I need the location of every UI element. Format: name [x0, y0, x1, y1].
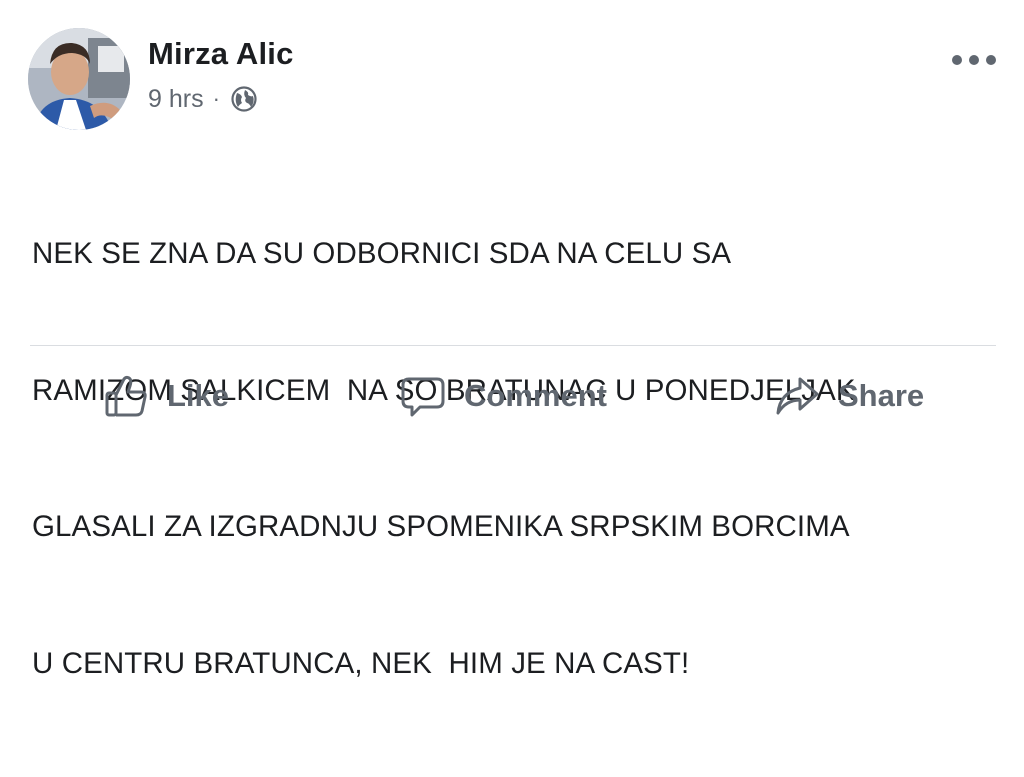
post-text-line: GLASALI ZA IZGRADNJU SPOMENIKA SRPSKIM B… [32, 510, 850, 543]
globe-icon[interactable] [230, 85, 258, 113]
thumbs-up-icon [105, 375, 147, 417]
author-name[interactable]: Mirza Alic [148, 36, 294, 72]
share-label: Share [838, 378, 925, 413]
comment-button[interactable]: Comment [400, 370, 607, 422]
more-options-dot [952, 55, 962, 65]
more-options-dot [969, 55, 979, 65]
more-options-dot [986, 55, 996, 65]
facebook-post: Mirza Alic 9 hrs · NEK SE ZNA DA SU ODBO… [0, 0, 1024, 680]
comment-label: Comment [464, 378, 607, 413]
post-text-line: U CENTRU BRATUNCA, NEK HIM JE NA CAST! [32, 646, 690, 680]
post-text: NEK SE ZNA DA SU ODBORNICI SDA NA CELU S… [32, 140, 1002, 777]
like-label: Like [167, 378, 230, 413]
avatar[interactable] [28, 28, 130, 130]
post-timestamp[interactable]: 9 hrs [148, 85, 204, 114]
more-options-button[interactable] [952, 50, 996, 70]
like-button[interactable]: Like [103, 370, 229, 422]
meta-separator: · [212, 86, 220, 111]
share-button[interactable]: Share [774, 370, 924, 422]
post-meta: 9 hrs · [148, 84, 258, 114]
post-text-line: NEK SE ZNA DA SU ODBORNICI SDA NA CELU S… [32, 237, 732, 270]
action-bar: Like Comment Share [0, 346, 1024, 446]
comment-bubble-icon [401, 377, 445, 417]
share-arrow-icon [776, 377, 819, 415]
avatar-photo [28, 28, 130, 130]
